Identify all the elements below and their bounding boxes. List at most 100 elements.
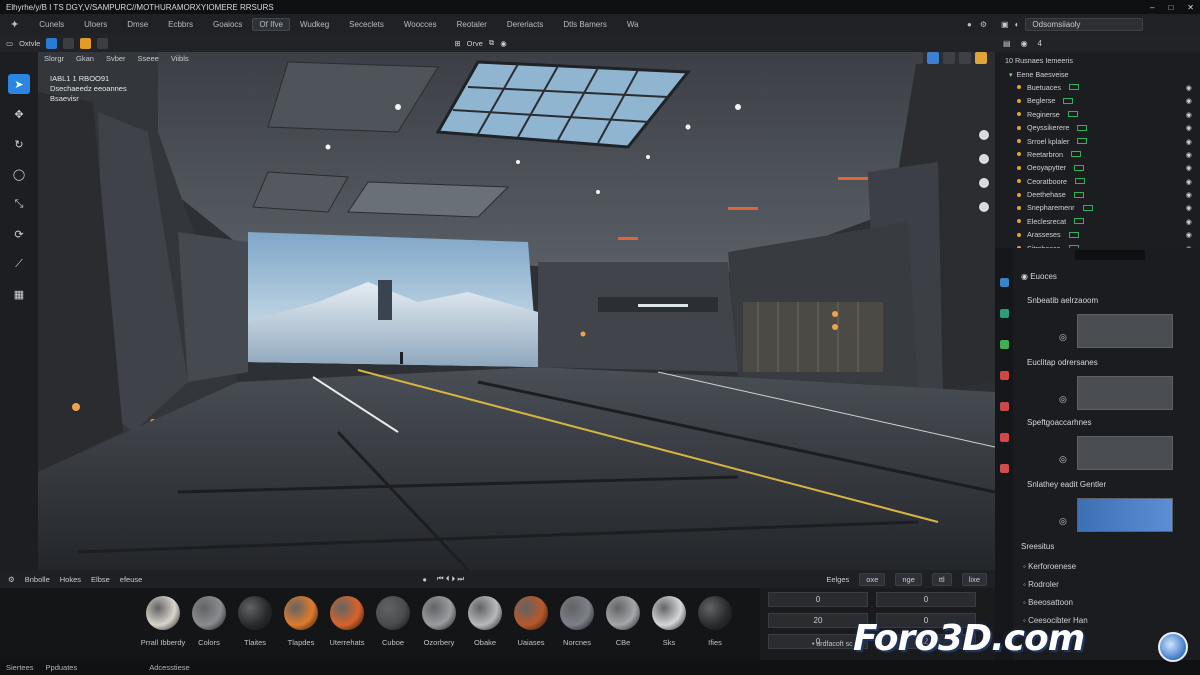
transform-icon[interactable]: ⟳ <box>8 224 30 244</box>
user-icon[interactable]: ● <box>967 20 972 29</box>
modifier-tag-icon[interactable] <box>1063 97 1074 104</box>
menu-item[interactable]: Wa <box>617 20 649 29</box>
list-item[interactable]: ◦ Rodroler <box>1023 576 1088 594</box>
asset-option-button[interactable]: lixe <box>961 572 987 586</box>
solid-shading-icon[interactable] <box>927 52 939 64</box>
rotate-icon[interactable]: ↻ <box>8 134 30 154</box>
physics-tab-icon[interactable] <box>999 464 1009 473</box>
snap-icon[interactable] <box>63 37 75 49</box>
3d-viewport[interactable]: Slorgr Gkan Svber Sseee Viibls IABL1 1 R… <box>38 52 995 570</box>
menu-item[interactable]: Goaiocs <box>203 20 252 29</box>
asset-option[interactable]: Eelges <box>826 575 849 584</box>
outliner-icon[interactable]: ▤ <box>1003 39 1011 48</box>
light-icon[interactable] <box>80 37 92 49</box>
world-tab-icon[interactable] <box>999 340 1009 349</box>
modifier-tag-icon[interactable] <box>1067 111 1078 118</box>
scale-icon[interactable]: ⤡ <box>8 194 30 214</box>
minimize-button[interactable]: – <box>1150 3 1154 12</box>
viewport-menu-item[interactable]: Sseee <box>138 54 159 63</box>
editor-type-icon[interactable]: ▭ <box>6 39 13 48</box>
viewport-menu-item[interactable]: Gkan <box>76 54 94 63</box>
outliner-row[interactable]: Reetarbron ◉ <box>995 148 1200 161</box>
material-item[interactable]: Prrall Ibberdy <box>140 596 186 647</box>
outliner-row[interactable]: Beglerse ◉ <box>995 94 1200 107</box>
orbit-icon[interactable] <box>979 178 989 188</box>
cursor-icon[interactable]: ➤ <box>8 74 30 94</box>
menu-item[interactable]: Cunels <box>29 20 74 29</box>
section-toggle-icon[interactable]: ◎ <box>1059 454 1067 465</box>
number-field[interactable]: 0 <box>768 592 868 607</box>
outliner-title-row[interactable]: 10 Rusnaes Iemeeris <box>995 54 1200 67</box>
section-toggle-icon[interactable]: ◎ <box>1059 394 1067 405</box>
viewport-menu-item[interactable]: Svber <box>106 54 126 63</box>
material-item[interactable]: CBe <box>600 596 646 647</box>
material-item[interactable]: Norcnes <box>554 596 600 647</box>
visibility-icon[interactable]: ◉ <box>1186 150 1192 159</box>
maximize-button[interactable]: □ <box>1168 3 1173 12</box>
filter-icon[interactable]: ◉ <box>1021 39 1028 48</box>
asset-browser-icon[interactable]: ⚙ <box>8 575 15 584</box>
menu-item[interactable]: Sececlets <box>339 20 394 29</box>
visibility-icon[interactable]: ◉ <box>1186 163 1192 172</box>
menu-item[interactable]: Woocces <box>394 20 447 29</box>
modifier-tag-icon[interactable] <box>1073 191 1084 198</box>
visibility-icon[interactable]: ◉ <box>1186 123 1192 132</box>
overlay-icon[interactable] <box>975 52 987 64</box>
section-preview[interactable] <box>1077 376 1173 410</box>
viewport-menu-item[interactable]: Slorgr <box>44 54 64 63</box>
section-title[interactable]: Speftgoaccarhnes <box>1027 418 1092 427</box>
modifier-tag-icon[interactable] <box>1074 218 1085 225</box>
asset-option-button[interactable]: ttl <box>931 572 952 586</box>
section-title[interactable]: Euclitap odrersanes <box>1027 358 1098 367</box>
modifier-tag-icon[interactable] <box>1077 138 1088 145</box>
list-title[interactable]: Sreesitus <box>1021 542 1054 551</box>
menu-item[interactable]: Wudkeg <box>290 20 339 29</box>
render-icon[interactable] <box>97 37 109 49</box>
material-item[interactable]: Uaiases <box>508 596 554 647</box>
outliner-row[interactable]: Oeoyapytter ◉ <box>995 161 1200 174</box>
outliner-row[interactable]: Reginerse ◉ <box>995 108 1200 121</box>
visibility-icon[interactable]: ◉ <box>1186 217 1192 226</box>
asset-tab[interactable]: Bnbolle <box>25 575 50 584</box>
visibility-icon[interactable]: ◉ <box>1186 177 1192 186</box>
playback-icon[interactable]: ⏮ ⏴ ⏵ ⏭ <box>437 574 464 584</box>
list-item[interactable]: ◦ Beeosattoon <box>1023 594 1088 612</box>
number-field[interactable]: 0 <box>876 592 976 607</box>
visibility-icon[interactable]: ◉ <box>1186 110 1192 119</box>
outliner-row[interactable]: Snepharemenr ◉ <box>995 201 1200 214</box>
render-shading-icon[interactable] <box>959 52 971 64</box>
zoom-icon[interactable] <box>979 130 989 140</box>
visibility-icon[interactable]: ◉ <box>1186 137 1192 146</box>
material-item[interactable]: Sks <box>646 596 692 647</box>
section-title[interactable]: Snlathey eadit Gentler <box>1027 480 1106 489</box>
menu-item[interactable]: Reotaler <box>447 20 497 29</box>
settings-icon[interactable]: ⚙ <box>980 20 987 29</box>
visibility-icon[interactable]: ◉ <box>1186 203 1192 212</box>
menu-item[interactable]: Dmse <box>117 20 158 29</box>
modifier-tag-icon[interactable] <box>1068 84 1079 91</box>
properties-search[interactable] <box>1075 250 1145 260</box>
graph-icon[interactable]: ▦ <box>8 284 30 304</box>
outliner-row[interactable]: Arasseses ◉ <box>995 228 1200 241</box>
object-tab-icon[interactable] <box>999 371 1009 380</box>
camera-view-icon[interactable] <box>979 202 989 212</box>
close-button[interactable]: ✕ <box>1187 3 1194 12</box>
material-item[interactable]: Ifies <box>692 596 738 647</box>
material-item[interactable]: Uterrehats <box>324 596 370 647</box>
section-toggle-icon[interactable]: ◎ <box>1059 516 1067 527</box>
outliner-row[interactable]: Deethehase ◉ <box>995 188 1200 201</box>
asset-option-button[interactable]: oxe <box>859 572 886 586</box>
record-icon[interactable]: ● <box>422 575 427 584</box>
material-item[interactable]: Tlapdes <box>278 596 324 647</box>
material-shading-icon[interactable] <box>943 52 955 64</box>
material-item[interactable]: Colors <box>186 596 232 647</box>
workspace-select[interactable]: Odsomsiiaoly <box>1025 17 1144 31</box>
menu-item[interactable]: Dtls Bamers <box>553 20 617 29</box>
visibility-icon[interactable]: ◉ <box>1186 230 1192 239</box>
pan-icon[interactable] <box>979 154 989 164</box>
wireframe-shading-icon[interactable] <box>911 52 923 64</box>
modifier-tag-icon[interactable] <box>1074 178 1085 185</box>
visibility-icon[interactable]: ◉ <box>1186 96 1192 105</box>
list-item[interactable]: ◦ Kerforoenese <box>1023 558 1088 576</box>
material-item[interactable]: Cuboe <box>370 596 416 647</box>
